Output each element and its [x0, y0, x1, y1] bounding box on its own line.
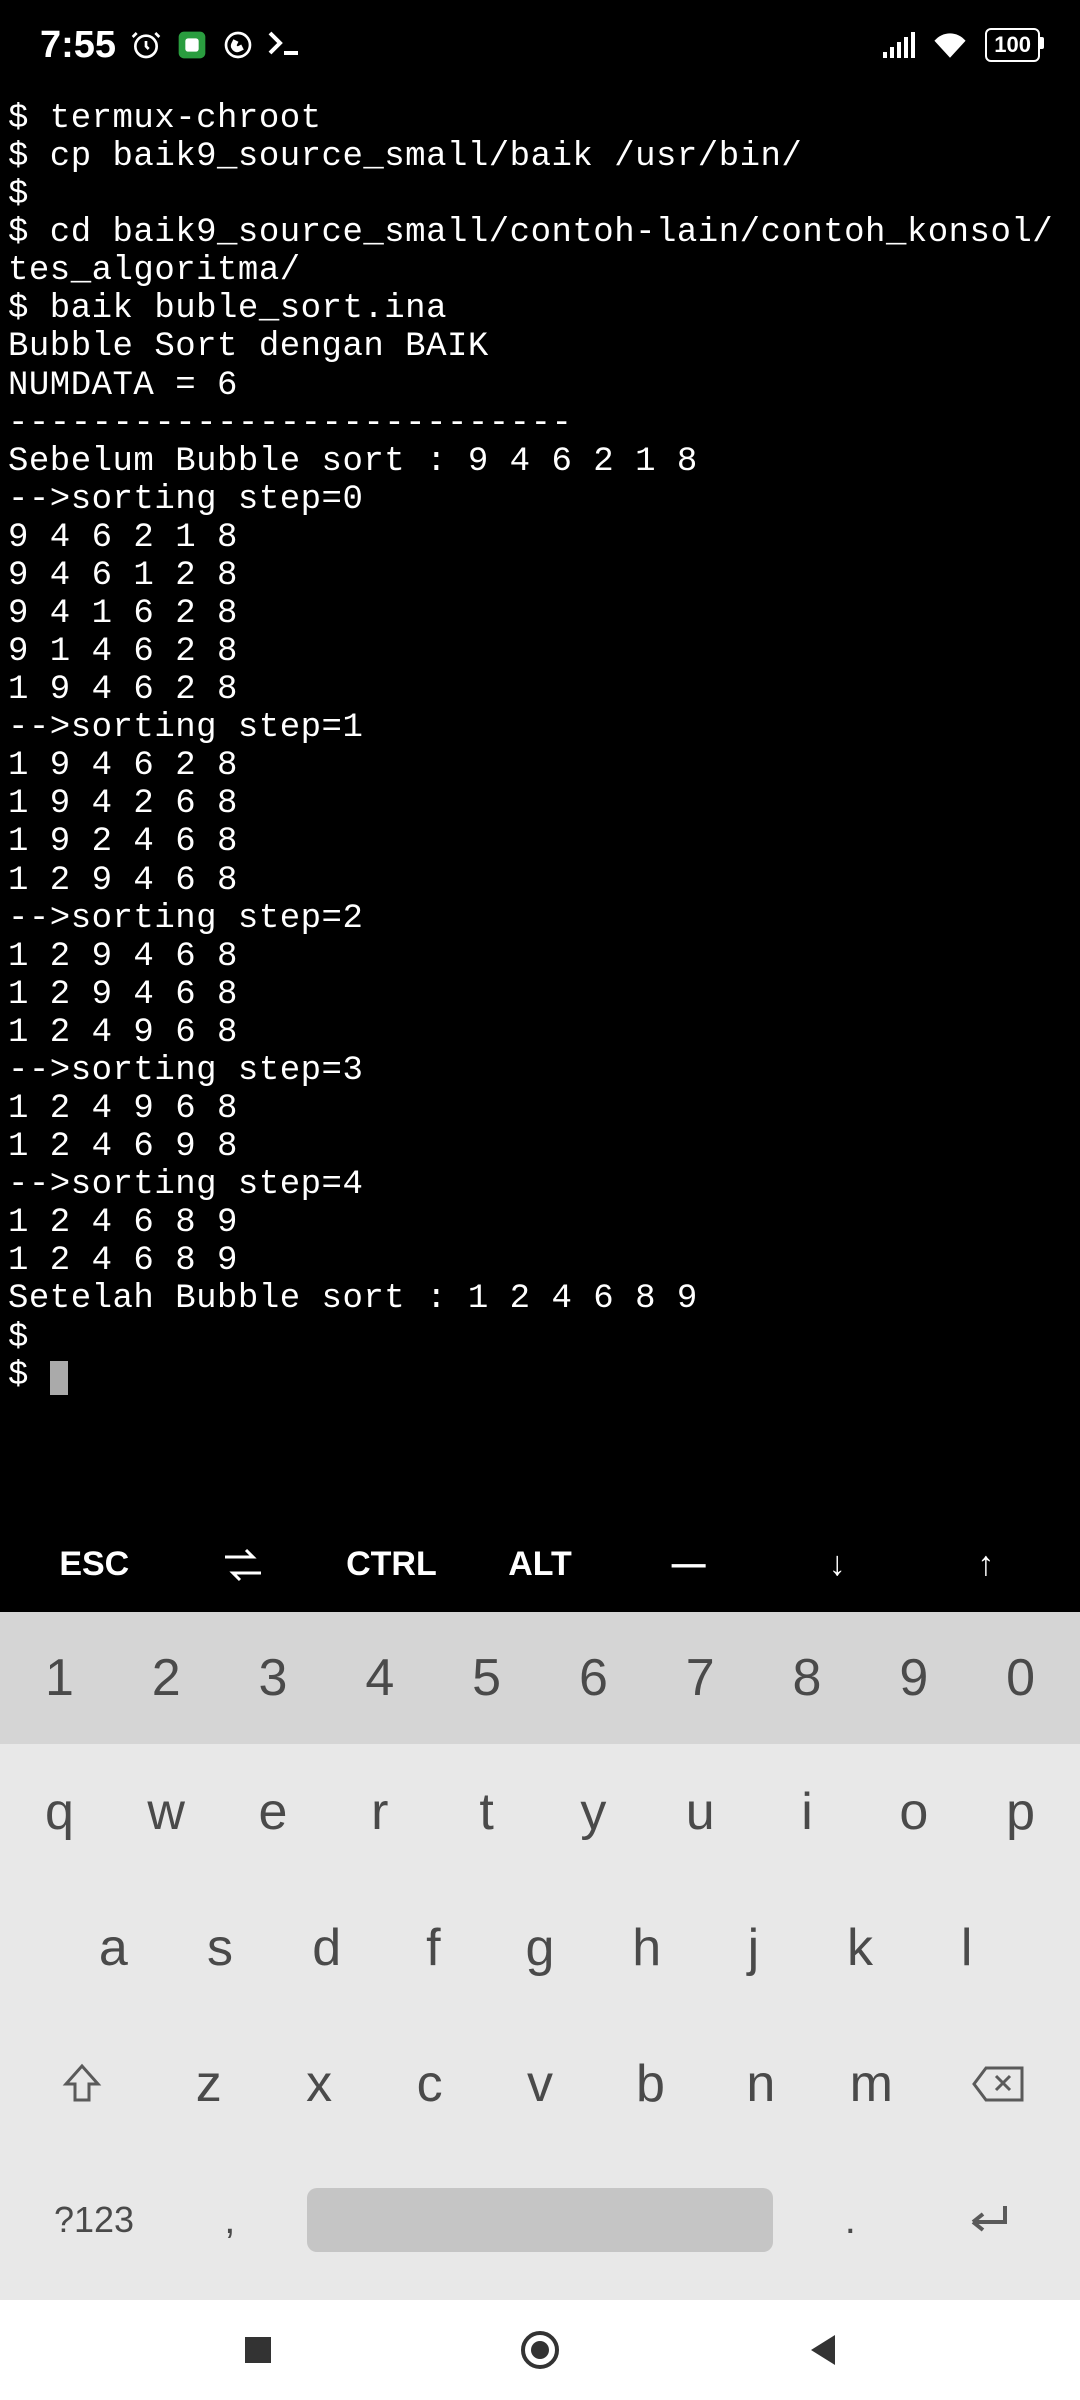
status-time: 7:55	[40, 24, 116, 67]
terminal-output[interactable]: $ termux-chroot $ cp baik9_source_small/…	[0, 90, 1080, 1517]
home-button[interactable]	[518, 2328, 562, 2372]
key-z[interactable]: z	[154, 2034, 264, 2134]
kb-last-row: ?123 , .	[0, 2152, 1080, 2300]
space-key[interactable]	[281, 2170, 798, 2270]
key-a[interactable]: a	[60, 1898, 167, 1998]
key-4[interactable]: 4	[326, 1638, 433, 1718]
comma-key[interactable]: ,	[178, 2170, 281, 2270]
key-p[interactable]: p	[967, 1762, 1074, 1862]
back-button[interactable]	[805, 2331, 839, 2369]
status-left: 7:55	[40, 24, 304, 67]
backspace-key[interactable]	[926, 2034, 1070, 2134]
status-bar: 7:55 100	[0, 0, 1080, 90]
extra-keys-toolbar: ESC CTRL ALT — ↓ ↑	[0, 1517, 1080, 1612]
key-q[interactable]: q	[6, 1762, 113, 1862]
alarm-icon	[130, 29, 162, 61]
kb-number-row: 1234567890	[0, 1612, 1080, 1744]
key-0[interactable]: 0	[967, 1638, 1074, 1718]
key-1[interactable]: 1	[6, 1638, 113, 1718]
tab-key[interactable]	[169, 1547, 318, 1583]
key-f[interactable]: f	[380, 1898, 487, 1998]
key-r[interactable]: r	[326, 1762, 433, 1862]
key-5[interactable]: 5	[433, 1638, 540, 1718]
key-w[interactable]: w	[113, 1762, 220, 1862]
key-n[interactable]: n	[706, 2034, 816, 2134]
kb-middle-row: asdfghjkl	[0, 1880, 1080, 2016]
esc-key[interactable]: ESC	[20, 1545, 169, 1584]
key-7[interactable]: 7	[647, 1638, 754, 1718]
minus-key[interactable]: —	[614, 1545, 763, 1584]
soft-keyboard: 1234567890 qwertyuiop asdfghjkl zxcvbnm …	[0, 1612, 1080, 2300]
enter-key[interactable]	[902, 2170, 1070, 2270]
key-o[interactable]: o	[860, 1762, 967, 1862]
key-v[interactable]: v	[485, 2034, 595, 2134]
signal-icon	[883, 32, 915, 58]
up-key[interactable]: ↑	[911, 1545, 1060, 1584]
key-x[interactable]: x	[264, 2034, 374, 2134]
key-c[interactable]: c	[374, 2034, 484, 2134]
down-key[interactable]: ↓	[763, 1545, 912, 1584]
key-i[interactable]: i	[754, 1762, 861, 1862]
key-h[interactable]: h	[593, 1898, 700, 1998]
shift-key[interactable]	[10, 2034, 154, 2134]
navigation-bar	[0, 2300, 1080, 2400]
status-right: 100	[883, 28, 1040, 62]
alt-key[interactable]: ALT	[466, 1545, 615, 1584]
key-d[interactable]: d	[273, 1898, 380, 1998]
whatsapp-icon	[222, 29, 254, 61]
key-b[interactable]: b	[595, 2034, 705, 2134]
kb-bottom-row: zxcvbnm	[0, 2016, 1080, 2152]
battery-indicator: 100	[985, 28, 1040, 62]
app-icon	[176, 29, 208, 61]
wifi-icon	[933, 32, 967, 58]
kb-top-row: qwertyuiop	[0, 1744, 1080, 1880]
key-3[interactable]: 3	[220, 1638, 327, 1718]
key-j[interactable]: j	[700, 1898, 807, 1998]
terminal-prompt-icon	[268, 31, 304, 59]
ctrl-key[interactable]: CTRL	[317, 1545, 466, 1584]
key-y[interactable]: y	[540, 1762, 647, 1862]
recent-apps-button[interactable]	[241, 2333, 275, 2367]
key-l[interactable]: l	[913, 1898, 1020, 1998]
key-t[interactable]: t	[433, 1762, 540, 1862]
key-6[interactable]: 6	[540, 1638, 647, 1718]
key-2[interactable]: 2	[113, 1638, 220, 1718]
key-u[interactable]: u	[647, 1762, 754, 1862]
period-key[interactable]: .	[799, 2170, 902, 2270]
key-8[interactable]: 8	[754, 1638, 861, 1718]
key-9[interactable]: 9	[860, 1638, 967, 1718]
key-g[interactable]: g	[487, 1898, 594, 1998]
terminal-cursor	[50, 1361, 68, 1395]
mode-key[interactable]: ?123	[10, 2170, 178, 2270]
key-m[interactable]: m	[816, 2034, 926, 2134]
key-e[interactable]: e	[220, 1762, 327, 1862]
key-k[interactable]: k	[807, 1898, 914, 1998]
key-s[interactable]: s	[167, 1898, 274, 1998]
